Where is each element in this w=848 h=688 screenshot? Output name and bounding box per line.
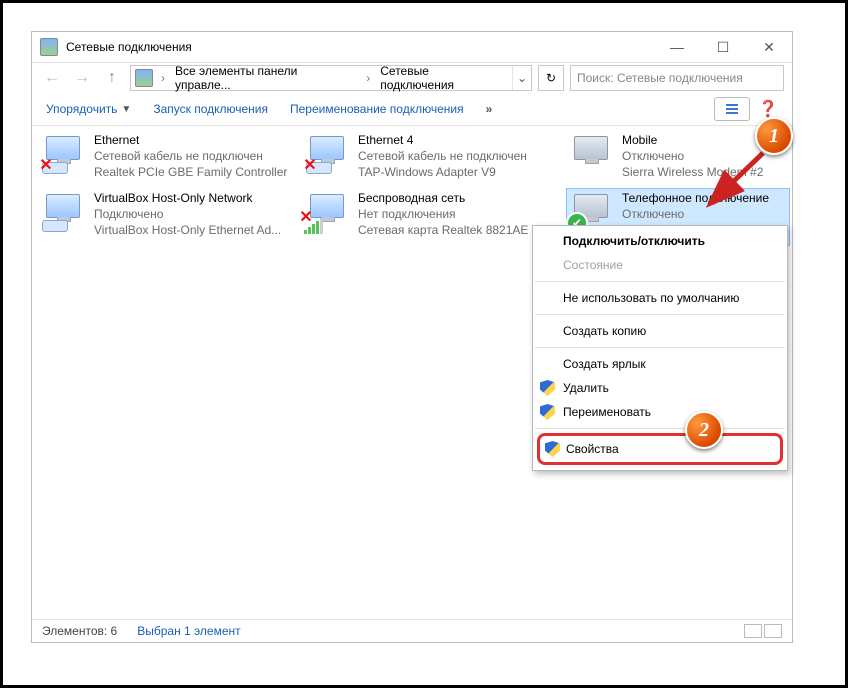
menu-separator — [535, 314, 785, 315]
connection-wireless[interactable]: ✕ Беспроводная сеть Нет подключения Сете… — [302, 188, 558, 246]
view-mode-button[interactable] — [714, 97, 750, 121]
uac-shield-icon — [545, 441, 560, 457]
ctx-item-label: Свойства — [566, 442, 619, 456]
breadcrumb-control-panel[interactable]: Все элементы панели управле... — [169, 66, 362, 90]
ctx-item-properties[interactable]: Свойства — [537, 433, 783, 465]
menu-separator — [535, 347, 785, 348]
connection-status: Сетевой кабель не подключен — [358, 148, 556, 164]
control-panel-icon — [135, 69, 153, 87]
annotation-badge-2: 2 — [685, 411, 723, 449]
organize-label: Упорядочить — [46, 102, 117, 116]
connection-virtualbox[interactable]: VirtualBox Host-Only Network Подключено … — [38, 188, 294, 246]
maximize-button[interactable]: ☐ — [700, 32, 746, 62]
titlebar[interactable]: Сетевые подключения — ☐ ✕ — [32, 32, 792, 63]
error-x-icon: ✕ — [298, 210, 314, 226]
ctx-item-label: Переименовать — [563, 405, 651, 419]
status-bar: Элементов: 6 Выбран 1 элемент — [32, 619, 792, 642]
error-x-icon: ✕ — [38, 158, 54, 174]
status-selected: Выбран 1 элемент — [137, 624, 240, 638]
connection-name: Ethernet — [94, 132, 292, 148]
help-button[interactable]: ❓ — [758, 99, 778, 119]
rename-connection-button[interactable]: Переименование подключения — [290, 102, 464, 116]
ctx-item-connect[interactable]: Подключить/отключить — [533, 229, 787, 253]
up-button[interactable]: ↑ — [100, 66, 124, 90]
breadcrumb-network-connections[interactable]: Сетевые подключения — [374, 66, 512, 90]
organize-menu[interactable]: Упорядочить ▼ — [46, 102, 131, 116]
ctx-item-copy[interactable]: Создать копию — [533, 319, 787, 343]
forward-button[interactable]: → — [70, 66, 94, 90]
connection-ethernet4[interactable]: ✕ Ethernet 4 Сетевой кабель не подключен… — [302, 130, 558, 188]
status-count: Элементов: 6 — [42, 624, 117, 638]
annotation-badge-1: 1 — [755, 117, 793, 155]
ctx-item-shortcut[interactable]: Создать ярлык — [533, 352, 787, 376]
connection-name: Ethernet 4 — [358, 132, 556, 148]
connection-name: Беспроводная сеть — [358, 190, 556, 206]
connection-device: Realtek PCIe GBE Family Controller — [94, 164, 292, 180]
content-area[interactable]: ✕ Ethernet Сетевой кабель не подключен R… — [32, 126, 792, 630]
chevron-down-icon: ▼ — [121, 104, 131, 115]
connection-device: TAP-Windows Adapter V9 — [358, 164, 556, 180]
crumb-separator-icon[interactable]: › — [362, 71, 374, 85]
ctx-item-nodefault[interactable]: Не использовать по умолчанию — [533, 286, 787, 310]
uac-shield-icon — [540, 404, 555, 420]
adapter-icon — [46, 194, 80, 218]
ctx-item-status: Состояние — [533, 253, 787, 277]
address-dropdown-button[interactable]: ⌄ — [512, 66, 531, 90]
connection-status: Подключено — [94, 206, 292, 222]
connection-device: VirtualBox Host-Only Ethernet Ad... — [94, 222, 292, 238]
connection-status: Нет подключения — [358, 206, 556, 222]
menu-separator — [535, 428, 785, 429]
minimize-button[interactable]: — — [654, 32, 700, 62]
start-connection-button[interactable]: Запуск подключения — [153, 102, 268, 116]
cable-icon — [42, 220, 68, 232]
uac-shield-icon — [540, 380, 555, 396]
menu-separator — [535, 281, 785, 282]
back-button[interactable]: ← — [40, 66, 64, 90]
ctx-item-label: Удалить — [563, 381, 609, 395]
network-connections-icon — [40, 38, 58, 56]
toolbar-overflow-button[interactable]: » — [486, 102, 493, 116]
connection-name: VirtualBox Host-Only Network — [94, 190, 292, 206]
toolbar: Упорядочить ▼ Запуск подключения Переиме… — [32, 93, 792, 126]
connection-status: Сетевой кабель не подключен — [94, 148, 292, 164]
adapter-icon — [574, 136, 608, 160]
connection-ethernet[interactable]: ✕ Ethernet Сетевой кабель не подключен R… — [38, 130, 294, 188]
search-input[interactable]: Поиск: Сетевые подключения — [570, 65, 784, 91]
nav-row: ← → ↑ › Все элементы панели управле... ›… — [32, 63, 792, 93]
ctx-item-rename[interactable]: Переименовать — [533, 400, 787, 424]
address-bar[interactable]: › Все элементы панели управле... › Сетев… — [130, 65, 532, 91]
crumb-separator-icon[interactable]: › — [157, 71, 169, 85]
annotation-arrow-icon — [703, 143, 783, 223]
error-x-icon: ✕ — [302, 158, 318, 174]
explorer-window: Сетевые подключения — ☐ ✕ ← → ↑ › Все эл… — [31, 31, 793, 643]
ctx-item-delete[interactable]: Удалить — [533, 376, 787, 400]
adapter-icon — [310, 194, 344, 218]
close-button[interactable]: ✕ — [746, 32, 792, 62]
context-menu: Подключить/отключить Состояние Не исполь… — [532, 225, 788, 471]
screenshot-stage: Сетевые подключения — ☐ ✕ ← → ↑ › Все эл… — [0, 0, 848, 688]
refresh-button[interactable]: ↻ — [538, 65, 564, 91]
status-view-toggle[interactable] — [744, 624, 782, 638]
connection-device: Сетевая карта Realtek 8821AE W... — [358, 222, 556, 238]
